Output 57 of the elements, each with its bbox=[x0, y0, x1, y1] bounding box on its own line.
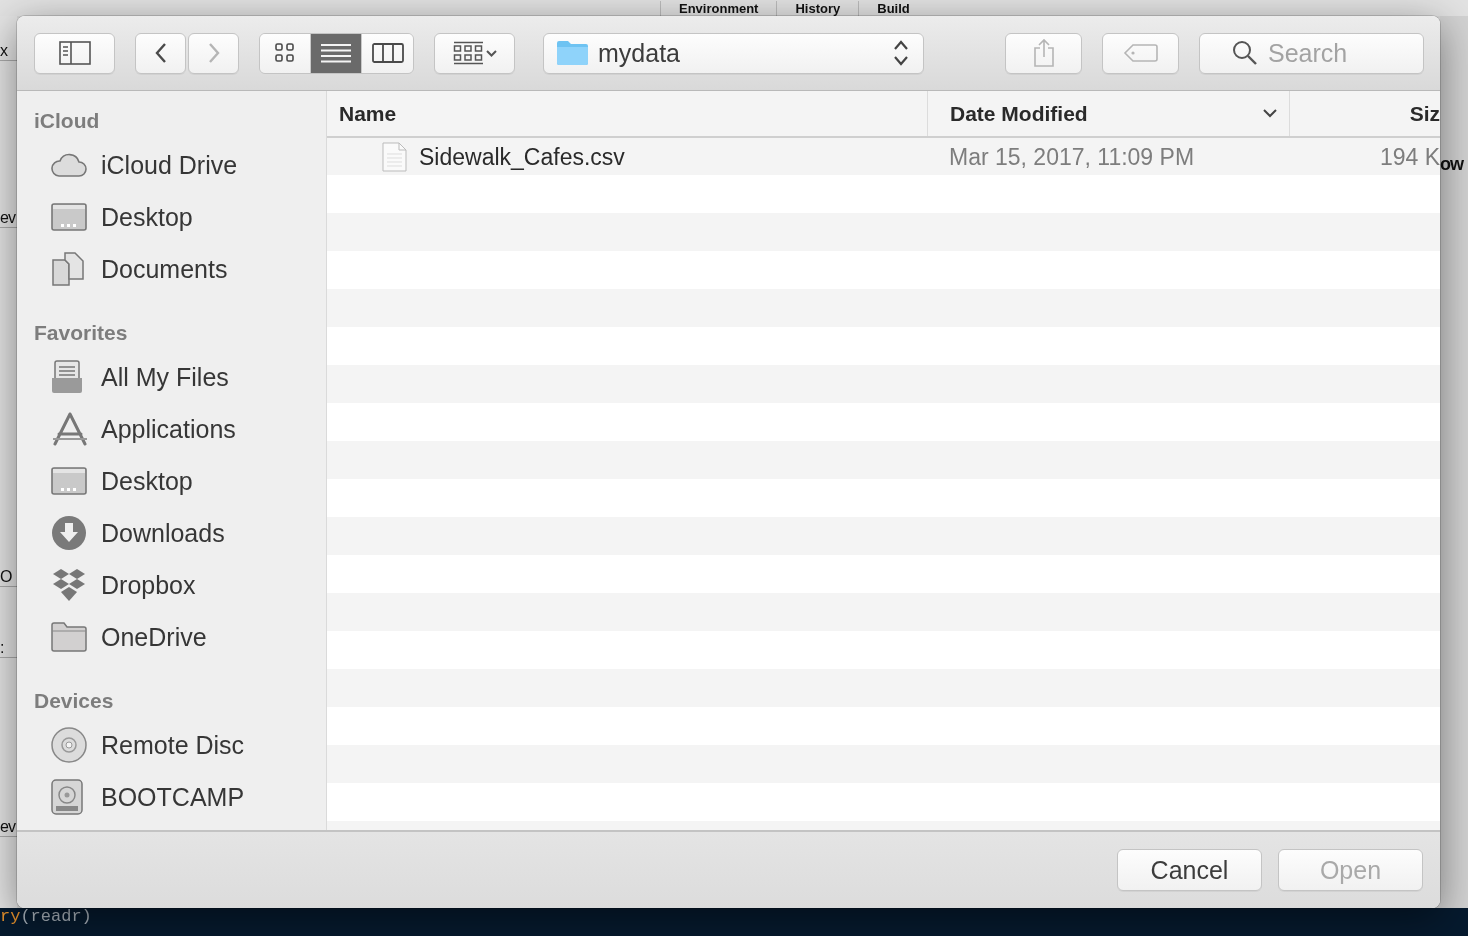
sidebar-section-title: iCloud bbox=[33, 108, 100, 134]
sidebar-item[interactable]: BOOTCAMP bbox=[101, 782, 245, 812]
back-icon bbox=[154, 42, 167, 64]
dropbox-icon bbox=[51, 568, 87, 602]
location-popup[interactable]: mydata bbox=[543, 32, 924, 74]
sort-chevron-icon bbox=[1263, 109, 1277, 118]
background-text: ow bbox=[1440, 154, 1465, 175]
forward-icon bbox=[207, 42, 220, 64]
sidebar-item[interactable]: Documents bbox=[101, 254, 228, 284]
sidebar-item[interactable]: Remote Disc bbox=[101, 730, 245, 760]
sidebar-item[interactable]: Desktop bbox=[101, 466, 193, 496]
sidebar-item[interactable]: OneDrive bbox=[101, 622, 207, 652]
columns-icon bbox=[371, 43, 404, 63]
sidebar-section-title: Devices bbox=[33, 688, 114, 714]
file-tray-icon bbox=[51, 360, 83, 394]
sidebar-item[interactable]: All My Files bbox=[101, 362, 229, 392]
view-mode-button[interactable] bbox=[260, 33, 311, 73]
list-icon bbox=[321, 43, 351, 63]
view-mode-selector[interactable] bbox=[259, 32, 414, 74]
download-icon bbox=[51, 515, 87, 551]
sidebar-item[interactable]: iCloud Drive bbox=[101, 150, 238, 180]
console-function: ry bbox=[0, 908, 21, 926]
arrange-icon bbox=[452, 41, 497, 65]
documents-icon bbox=[51, 252, 85, 286]
sidebar-toggle-button[interactable] bbox=[34, 32, 115, 74]
disc-icon bbox=[51, 727, 87, 763]
console-argument: (readr) bbox=[20, 908, 92, 926]
sidebar-icon bbox=[58, 41, 91, 65]
back-button[interactable] bbox=[135, 32, 186, 74]
search-icon bbox=[1232, 40, 1258, 66]
sidebar-item[interactable]: Dropbox bbox=[101, 570, 196, 600]
applications-icon bbox=[51, 412, 89, 446]
file-name[interactable]: Sidewalk_Cafes.csv bbox=[419, 143, 625, 171]
sidebar-item[interactable]: Applications bbox=[101, 414, 236, 444]
up-down-chevron-icon bbox=[893, 39, 909, 67]
desktop-icon bbox=[51, 467, 87, 495]
column-header[interactable]: Name bbox=[327, 91, 927, 136]
column-header[interactable]: Siz bbox=[1289, 91, 1440, 136]
column-header[interactable]: Date Modified bbox=[927, 91, 1289, 136]
share-icon bbox=[1032, 38, 1055, 68]
sidebar-item[interactable]: Desktop bbox=[101, 202, 193, 232]
file-size: 194 K bbox=[1378, 143, 1440, 171]
view-mode-button[interactable] bbox=[362, 33, 413, 73]
icon-grid-icon bbox=[275, 43, 295, 63]
sidebar-item[interactable]: Downloads bbox=[101, 518, 225, 548]
view-mode-button[interactable] bbox=[311, 33, 362, 73]
tag-icon bbox=[1122, 43, 1159, 63]
folder-icon bbox=[51, 622, 87, 652]
hard-drive-icon bbox=[51, 779, 83, 815]
cancel-button[interactable]: Cancel bbox=[1117, 849, 1262, 891]
date-modified: Mar 15, 2017, 11:09 PM bbox=[948, 143, 1196, 171]
sidebar-section-title: Favorites bbox=[33, 320, 128, 346]
arrange-button[interactable] bbox=[434, 32, 515, 74]
cloud-icon bbox=[51, 152, 87, 178]
document-icon bbox=[379, 142, 409, 172]
folder-icon bbox=[557, 41, 588, 65]
desktop-icon bbox=[51, 203, 87, 231]
